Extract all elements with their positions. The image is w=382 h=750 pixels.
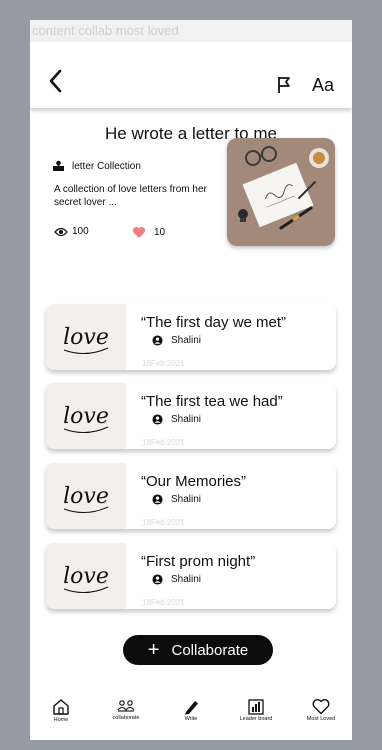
home-icon xyxy=(53,699,69,715)
nav-collaborate[interactable]: collaborate xyxy=(101,698,151,721)
chapter-card[interactable]: love “First prom night” Shalini 18Feb 20… xyxy=(46,543,336,609)
chapter-title: “The first day we met” xyxy=(141,314,287,331)
collaborate-button[interactable]: + Collaborate xyxy=(123,635,273,665)
pen-icon xyxy=(185,701,198,715)
nav-home[interactable]: Home xyxy=(36,698,86,723)
chevron-left-icon[interactable] xyxy=(46,68,66,94)
views-count: 100 xyxy=(72,226,89,237)
author-name: Shalini xyxy=(171,414,202,425)
leaderboard-icon xyxy=(248,699,264,715)
chapter-card[interactable]: love “The first tea we had” Shalini 18Fe… xyxy=(46,383,336,449)
nav-label: Home xyxy=(53,717,69,723)
font-size-button[interactable]: Aa xyxy=(312,75,334,96)
heart-outline-icon xyxy=(312,699,330,715)
thumb-lettering: love xyxy=(63,564,109,589)
nav-leaderboard[interactable]: Leader board xyxy=(231,698,281,722)
top-bar: Aa xyxy=(30,42,352,108)
nav-label: Write xyxy=(184,716,198,722)
chapter-title: “The first tea we had” xyxy=(141,393,283,410)
chapter-author[interactable]: Shalini xyxy=(152,335,201,346)
chapter-title: “Our Memories” xyxy=(141,473,247,490)
story-description: A collection of love letters from her se… xyxy=(54,184,207,208)
chapter-thumbnail: love xyxy=(46,463,126,529)
likes-count: 10 xyxy=(154,227,166,238)
collection-row[interactable]: letter Collection xyxy=(52,158,141,174)
nav-label: Most Loved xyxy=(306,716,336,722)
chapter-thumbnail: love xyxy=(46,383,126,449)
collaborate-icon xyxy=(117,700,135,712)
chapter-author[interactable]: Shalini xyxy=(152,574,201,585)
app-frame: content collab most loved Aa He wrote a … xyxy=(30,20,352,740)
heart-icon xyxy=(132,226,146,238)
chapter-thumbnail: love xyxy=(46,543,126,609)
chapter-author[interactable]: Shalini xyxy=(152,494,201,505)
chapter-title: “First prom night” xyxy=(141,553,256,570)
likes-stat[interactable]: 10 xyxy=(132,226,165,239)
collection-icon xyxy=(53,160,64,171)
chapter-date: 18Feb 2021 xyxy=(142,438,185,447)
chapter-date: 18Feb 2021 xyxy=(142,359,185,368)
thumb-lettering: love xyxy=(63,404,109,429)
chapter-card[interactable]: love “The first day we met” Shalini 18Fe… xyxy=(46,304,336,370)
flag-icon[interactable] xyxy=(277,76,293,94)
thumb-lettering: love xyxy=(63,325,109,350)
author-avatar-icon xyxy=(152,494,163,505)
collection-label: letter Collection xyxy=(72,160,141,172)
nav-label: Leader board xyxy=(239,716,273,722)
plus-icon: + xyxy=(147,639,160,661)
nav-most-loved[interactable]: Most Loved xyxy=(296,698,346,722)
views-stat: 100 xyxy=(54,226,89,237)
thumb-lettering: love xyxy=(63,484,109,509)
author-avatar-icon xyxy=(152,574,163,585)
chapter-card[interactable]: love “Our Memories” Shalini 18Feb 2021 xyxy=(46,463,336,529)
nav-label: collaborate xyxy=(112,715,140,721)
author-avatar-icon xyxy=(152,414,163,425)
chapter-date: 18Feb 2021 xyxy=(142,518,185,527)
chapter-author[interactable]: Shalini xyxy=(152,414,201,425)
eye-icon xyxy=(54,227,68,236)
author-name: Shalini xyxy=(171,574,202,585)
bottom-nav: Home collaborate Write Leader board Most… xyxy=(30,692,352,740)
chapter-thumbnail: love xyxy=(46,304,126,370)
story-cover-image xyxy=(227,138,335,246)
nav-write[interactable]: Write xyxy=(166,698,216,722)
author-avatar-icon xyxy=(152,335,163,346)
author-name: Shalini xyxy=(171,335,202,346)
author-name: Shalini xyxy=(171,494,202,505)
window-title: content collab most loved xyxy=(30,20,352,42)
collaborate-label: Collaborate xyxy=(171,641,249,659)
story-stats: 100 10 xyxy=(54,226,234,240)
chapter-date: 18Feb 2021 xyxy=(142,598,185,607)
